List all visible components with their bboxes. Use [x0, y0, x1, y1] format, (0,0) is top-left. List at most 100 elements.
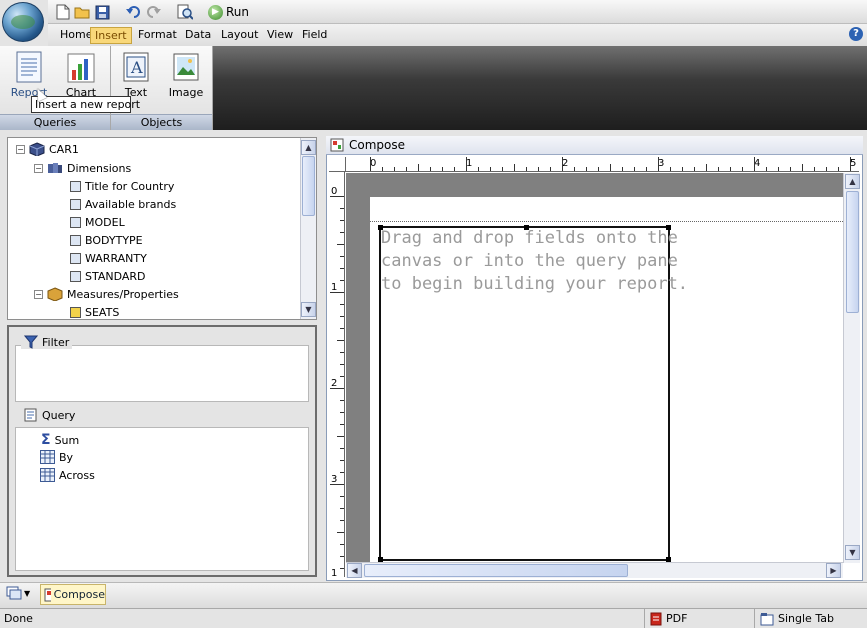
window-list-button[interactable]: ▼ [6, 586, 30, 600]
chart-button[interactable]: Chart [58, 50, 104, 99]
ruler-tick [382, 167, 383, 171]
single-tab-button[interactable]: Single Tab [754, 609, 867, 628]
menu-layout[interactable]: Layout [217, 27, 262, 42]
filter-header: Filter [21, 335, 73, 349]
tree-root[interactable]: − CAR1 [16, 140, 79, 158]
ruler-tick [454, 167, 455, 171]
queries-group-label: Queries [0, 114, 110, 130]
compose-icon [44, 588, 51, 601]
ruler-tick [340, 268, 344, 269]
ruler-tick [514, 164, 515, 171]
query-label: Query [42, 408, 76, 422]
ruler-tick [330, 196, 344, 197]
ruler-tick [550, 167, 551, 171]
scroll-left-icon[interactable]: ◀ [347, 563, 362, 578]
tree-item[interactable]: MODEL [70, 213, 125, 231]
ruler-tick [340, 232, 344, 233]
ruler-tick [622, 167, 623, 171]
canvas-vertical-scrollbar[interactable]: ▲ ▼ [843, 173, 860, 563]
canvas-horizontal-scrollbar[interactable]: ◀ ▶ [346, 562, 843, 578]
ruler-tick [340, 220, 344, 221]
collapse-icon[interactable]: − [34, 289, 43, 299]
new-document-icon[interactable] [54, 3, 72, 21]
image-button[interactable]: Image [163, 50, 209, 99]
menu-insert[interactable]: Insert [90, 27, 132, 44]
menu-field[interactable]: Field [298, 27, 331, 42]
tree-item-label: Title for Country [85, 179, 175, 193]
vertical-ruler: 0 1 2 3 1 [329, 172, 345, 579]
ruler-tick [337, 340, 344, 341]
tree-measures[interactable]: − Measures/Properties [34, 285, 179, 303]
scroll-thumb[interactable] [364, 564, 628, 577]
menu-format[interactable]: Format [134, 27, 181, 42]
collapse-icon[interactable]: − [34, 163, 43, 173]
save-icon[interactable] [93, 3, 111, 21]
quick-access-toolbar: ▶ Run [48, 0, 867, 24]
svg-text:A: A [130, 58, 143, 77]
scroll-up-icon[interactable]: ▲ [301, 140, 316, 155]
tree-item-label: Available brands [85, 197, 177, 211]
collapse-icon[interactable]: − [16, 144, 25, 154]
tree-item-label: WARRANTY [85, 251, 147, 265]
ribbon-group-queries: Report Chart Queries [0, 46, 111, 130]
undo-icon[interactable] [124, 3, 142, 21]
tree-item[interactable]: STANDARD [70, 267, 146, 285]
help-icon[interactable]: ? [849, 27, 863, 41]
tree-dimensions[interactable]: − Dimensions [34, 159, 131, 177]
tree-item[interactable]: WARRANTY [70, 249, 147, 267]
menu-view[interactable]: View [263, 27, 297, 42]
tree-item[interactable]: Available brands [70, 195, 176, 213]
ruler-label: 1 [331, 568, 338, 579]
ruler-tick [646, 167, 647, 171]
open-folder-icon[interactable] [73, 3, 91, 21]
ruler-tick [340, 364, 344, 365]
ruler-tick [442, 167, 443, 171]
ruler-tick [340, 496, 344, 497]
text-button[interactable]: A Text [113, 50, 159, 99]
pdf-output-button[interactable]: PDF [644, 609, 754, 628]
report-icon [14, 50, 44, 84]
ruler-tick [340, 400, 344, 401]
run-button[interactable]: ▶ Run [208, 2, 249, 22]
tree-item[interactable]: SEATS [70, 303, 119, 321]
tree-scrollbar[interactable]: ▲ ▼ [300, 138, 316, 319]
scroll-thumb[interactable] [302, 156, 315, 216]
preview-icon[interactable] [176, 3, 194, 21]
tree-item-label: BODYTYPE [85, 233, 143, 247]
ruler-tick [340, 256, 344, 257]
ruler-tick [340, 328, 344, 329]
scroll-right-icon[interactable]: ▶ [826, 563, 841, 578]
scroll-down-icon[interactable]: ▼ [301, 302, 316, 317]
query-across[interactable]: Across [40, 468, 95, 482]
tree-item[interactable]: BODYTYPE [70, 231, 143, 249]
menu-data[interactable]: Data [181, 27, 215, 42]
query-sum[interactable]: Σ Sum [41, 432, 79, 448]
ruler-tick [586, 167, 587, 171]
tab-compose-label: Compose [53, 588, 105, 601]
dimensions-icon [48, 163, 62, 173]
scroll-thumb[interactable] [846, 191, 859, 313]
tab-compose[interactable]: Compose [40, 584, 106, 605]
query-box[interactable] [15, 427, 309, 571]
query-by[interactable]: By [40, 450, 73, 464]
single-tab-icon [760, 612, 774, 625]
app-orb-globe-icon[interactable] [2, 2, 44, 42]
ruler-tick [340, 412, 344, 413]
ruler-tick [754, 157, 755, 171]
grid-icon [40, 450, 55, 464]
ruler-corner [329, 157, 346, 172]
filter-box[interactable] [15, 345, 309, 402]
grid-icon [40, 468, 55, 482]
ruler-tick [340, 568, 344, 569]
redo-icon[interactable] [145, 3, 163, 21]
image-icon [171, 50, 201, 84]
chart-icon [66, 50, 96, 84]
ruler-tick [574, 167, 575, 171]
ruler-tick [634, 167, 635, 171]
query-pane: Filter Query Σ Sum By Across [7, 325, 317, 577]
ruler-tick [814, 167, 815, 171]
tree-item[interactable]: Title for Country [70, 177, 174, 195]
scroll-down-icon[interactable]: ▼ [845, 545, 860, 560]
scroll-up-icon[interactable]: ▲ [845, 174, 860, 189]
report-button[interactable]: Report [6, 50, 52, 99]
